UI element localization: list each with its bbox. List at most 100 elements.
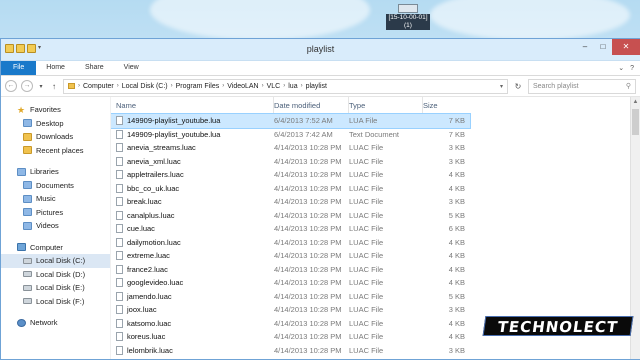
address-bar: ← → ▾ ↑ › Computer › Local Disk (C:) › P… — [1, 76, 640, 97]
file-date: 4/14/2013 10:28 PM — [274, 264, 342, 274]
file-icon — [116, 224, 123, 234]
breadcrumb-item[interactable]: Local Disk (C:) — [122, 83, 168, 90]
chevron-right-icon: › — [116, 83, 119, 89]
column-header-size[interactable]: Size — [423, 97, 468, 114]
file-row[interactable]: cue.luac 4/14/2013 10:28 PM LUAC File 6 KB — [111, 222, 640, 236]
file-row[interactable]: anevia_streams.luac 4/14/2013 10:28 PM LUA… — [111, 141, 640, 155]
tab-share[interactable]: Share — [75, 61, 114, 75]
nav-recent-places[interactable]: Recent places — [1, 144, 110, 158]
scroll-up-icon[interactable]: ▲ — [631, 97, 640, 107]
file-name: googlevideo.luac — [127, 278, 184, 288]
nav-videos[interactable]: Videos — [1, 219, 110, 233]
address-dropdown-icon[interactable]: ▾ — [500, 83, 503, 90]
scrollbar-thumb[interactable] — [632, 109, 639, 135]
file-name-cell: 149909-playlist_youtube.lua — [111, 116, 274, 126]
breadcrumb-item[interactable]: Program Files — [176, 83, 220, 90]
refresh-icon[interactable]: ↻ — [512, 82, 524, 91]
file-row[interactable]: canalplus.luac 4/14/2013 10:28 PM LUAC Fil… — [111, 209, 640, 223]
file-icon — [116, 129, 123, 139]
column-header-name[interactable]: Name — [111, 97, 274, 114]
ribbon-expand-icon[interactable]: ⌄ — [618, 64, 624, 72]
file-date: 4/14/2013 10:28 PM — [274, 210, 342, 220]
pictures-icon — [23, 208, 32, 217]
network-group: Network — [1, 316, 110, 330]
file-row[interactable]: france2.luac 4/14/2013 10:28 PM LUAC File 4… — [111, 263, 640, 277]
file-type: LUAC File — [349, 237, 384, 247]
file-size: 6 KB — [448, 224, 465, 234]
breadcrumb-item[interactable]: VideoLAN — [227, 83, 258, 90]
nav-music[interactable]: Music — [1, 192, 110, 206]
file-size: 3 KB — [448, 197, 465, 207]
window-controls: – □ ✕ — [576, 39, 640, 55]
nav-drive-c[interactable]: Local Disk (C:) — [1, 254, 110, 268]
tab-view[interactable]: View — [114, 61, 149, 75]
column-header-date[interactable]: Date modified — [274, 97, 349, 114]
file-type: LUAC File — [349, 332, 384, 342]
column-header-type[interactable]: Type — [349, 97, 423, 114]
file-type: LUAC File — [349, 318, 384, 328]
file-date: 4/14/2013 10:28 PM — [274, 183, 342, 193]
explorer-window: ▾ playlist – □ ✕ File Home Share View ⌄ … — [0, 38, 640, 360]
file-type: LUAC File — [349, 143, 384, 153]
search-input[interactable]: Search playlist ⚲ — [528, 78, 636, 94]
tab-file[interactable]: File — [1, 61, 37, 75]
file-row[interactable]: bbc_co_uk.luac 4/14/2013 10:28 PM LUAC Fil… — [111, 182, 640, 196]
file-row[interactable]: lelombrik.luac 4/14/2013 10:28 PM LUAC Fil… — [111, 344, 640, 358]
nav-drive-d[interactable]: Local Disk (D:) — [1, 268, 110, 282]
nav-computer[interactable]: Computer — [1, 241, 110, 255]
file-name: jamendo.luac — [127, 291, 172, 301]
file-type: LUAC File — [349, 251, 384, 261]
desktop-file-thumbnail — [398, 4, 418, 13]
breadcrumb-item[interactable]: lua — [288, 83, 297, 90]
breadcrumb-item[interactable]: Computer — [83, 83, 114, 90]
nav-drive-f[interactable]: Local Disk (F:) — [1, 295, 110, 309]
nav-desktop[interactable]: Desktop — [1, 117, 110, 131]
file-row[interactable]: extreme.luac 4/14/2013 10:28 PM LUAC File 4… — [111, 249, 640, 263]
breadcrumb-item[interactable]: VLC — [267, 83, 281, 90]
file-icon — [116, 305, 123, 315]
nav-downloads[interactable]: Downloads — [1, 130, 110, 144]
back-button[interactable]: ← — [5, 80, 17, 92]
nav-pictures[interactable]: Pictures — [1, 206, 110, 220]
file-row[interactable]: joox.luac 4/14/2013 10:28 PM LUAC File 3 KB — [111, 303, 640, 317]
file-row[interactable]: dailymotion.luac 4/14/2013 10:28 PM LUAC F… — [111, 236, 640, 250]
recent-locations-icon[interactable]: ▾ — [37, 83, 45, 90]
nav-drive-e[interactable]: Local Disk (E:) — [1, 281, 110, 295]
file-name-cell: jamendo.luac — [111, 291, 274, 301]
up-button[interactable]: ↑ — [49, 82, 59, 91]
file-name-cell: bbc_co_uk.luac — [111, 183, 274, 193]
breadcrumb-item[interactable]: playlist — [306, 83, 327, 90]
file-type: LUA File — [349, 116, 378, 126]
nav-favorites[interactable]: ★ Favorites — [1, 103, 110, 117]
file-name-cell: anevia_xml.luac — [111, 156, 274, 166]
close-button[interactable]: ✕ — [612, 39, 640, 55]
file-row[interactable]: 149909-playlist_youtube.lua 6/4/2013 7:52… — [111, 113, 471, 129]
file-date: 4/14/2013 10:28 PM — [274, 224, 342, 234]
minimize-button[interactable]: – — [576, 39, 594, 55]
file-date: 4/14/2013 10:28 PM — [274, 237, 342, 247]
file-name-cell: katsomo.luac — [111, 318, 274, 328]
file-name-cell: extreme.luac — [111, 251, 274, 261]
file-date: 4/14/2013 10:28 PM — [274, 332, 342, 342]
computer-icon — [17, 243, 26, 252]
nav-libraries[interactable]: Libraries — [1, 165, 110, 179]
breadcrumb[interactable]: › Computer › Local Disk (C:) › Program F… — [63, 78, 508, 94]
file-row[interactable]: 149909-playlist_youtube.lua 6/4/2013 7:42… — [111, 128, 640, 142]
file-row[interactable]: break.luac 4/14/2013 10:28 PM LUAC File 3 K… — [111, 195, 640, 209]
file-row[interactable]: googlevideo.luac 4/14/2013 10:28 PM LUAC F… — [111, 276, 640, 290]
nav-network[interactable]: Network — [1, 316, 110, 330]
tab-home[interactable]: Home — [36, 61, 75, 75]
title-bar[interactable]: ▾ playlist – □ ✕ — [1, 39, 640, 61]
forward-button[interactable]: → — [21, 80, 33, 92]
help-icon[interactable]: ? — [630, 65, 634, 72]
file-row[interactable]: appletrailers.luac 4/14/2013 10:28 PM LUAC… — [111, 168, 640, 182]
nav-documents[interactable]: Documents — [1, 179, 110, 193]
file-size: 4 KB — [448, 170, 465, 180]
desktop-file-icon[interactable]: [15-10-00-01] (1) — [386, 4, 430, 30]
file-row[interactable]: jamendo.luac 4/14/2013 10:28 PM LUAC File 5… — [111, 290, 640, 304]
file-name: break.luac — [127, 197, 162, 207]
file-name-cell: 149909-playlist_youtube.lua — [111, 129, 274, 139]
search-icon: ⚲ — [625, 83, 631, 90]
file-row[interactable]: anevia_xml.luac 4/14/2013 10:28 PM LUAC Fi… — [111, 155, 640, 169]
maximize-button[interactable]: □ — [594, 39, 612, 55]
